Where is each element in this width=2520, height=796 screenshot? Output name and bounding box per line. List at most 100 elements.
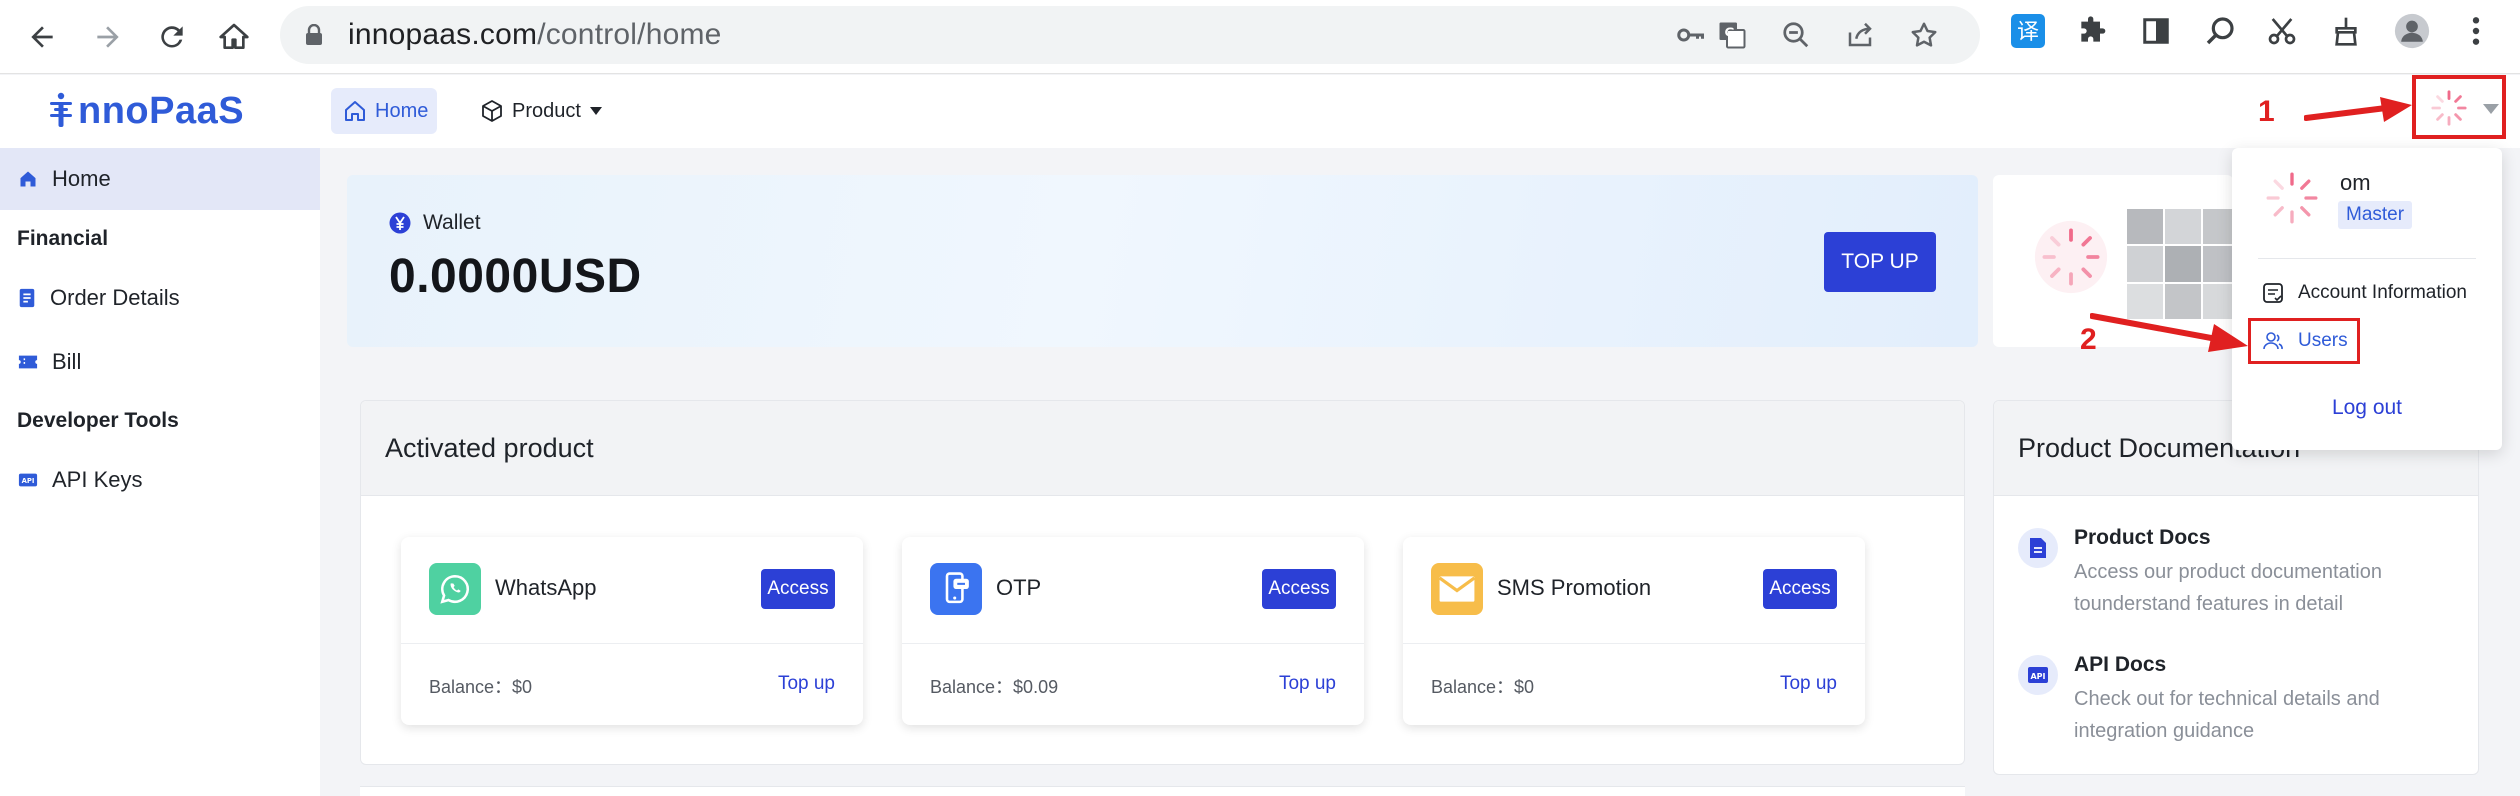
api-doc-icon: API xyxy=(2018,655,2058,695)
sidebar-item-order-details[interactable]: Order Details xyxy=(0,267,320,329)
panel-title: Activated product xyxy=(385,433,594,463)
menu-item-account-information[interactable]: Account Information xyxy=(2262,282,2467,304)
wallet-label: Wallet xyxy=(423,211,481,234)
pixelated-qr-placeholder xyxy=(2127,209,2233,319)
search-lens-icon[interactable] xyxy=(2202,13,2238,49)
doc-title: Product Docs xyxy=(2074,526,2211,549)
sidebar-item-bill[interactable]: Bill xyxy=(0,331,320,393)
back-button[interactable] xyxy=(14,9,70,65)
extensions-puzzle-icon[interactable] xyxy=(2074,13,2110,49)
sidebar: Home Financial Order Details Bill Develo… xyxy=(0,148,320,796)
access-button[interactable]: Access xyxy=(761,569,835,609)
annotation-step-1: 1 xyxy=(2258,95,2275,128)
activated-product-panel: Activated product WhatsApp Access Balanc… xyxy=(360,400,1965,765)
divider xyxy=(902,643,1364,644)
sidebar-item-api-keys[interactable]: API API Keys xyxy=(0,449,320,511)
app-header: nnoPaaS Home Product xyxy=(0,75,2520,148)
wallet-label-row: Wallet xyxy=(389,211,481,235)
panel-header: Activated product xyxy=(361,401,1964,496)
doc-description: Access our product documentation tounder… xyxy=(2074,561,2382,615)
avatar-spinner-icon xyxy=(2431,90,2467,126)
translator-extension-icon[interactable]: 译 xyxy=(2010,13,2046,49)
product-card-whatsapp: WhatsApp Access Balance：$0 Top up xyxy=(401,537,863,725)
more-menu-icon[interactable] xyxy=(2458,13,2494,49)
product-card-sms-promotion: SMS Promotion Access Balance：$0 Top up xyxy=(1403,537,1865,725)
lock-icon[interactable] xyxy=(304,24,324,46)
sidebar-group-developer-tools: Developer Tools xyxy=(17,409,179,432)
sidebar-item-label: Order Details xyxy=(50,285,180,310)
yen-coin-icon xyxy=(389,212,411,234)
api-icon: API xyxy=(18,473,38,487)
share-icon[interactable] xyxy=(1844,19,1876,51)
svg-text:译: 译 xyxy=(2017,20,2039,45)
annotation-arrow-1-icon xyxy=(2304,97,2412,122)
sidepanel-icon[interactable] xyxy=(2138,13,2174,49)
address-bar[interactable]: innopaas.com/control/home G xyxy=(280,6,1980,64)
access-button[interactable]: Access xyxy=(1763,569,1837,609)
top-up-button[interactable]: TOP UP xyxy=(1824,232,1936,292)
annotation-highlight-box xyxy=(2248,318,2360,364)
avatar-caret-icon xyxy=(2483,104,2499,114)
envelope-icon xyxy=(1431,563,1483,615)
product-name: SMS Promotion xyxy=(1497,575,1652,600)
user-dropdown-menu: om Master Account Information Users Log … xyxy=(2232,148,2502,450)
product-balance: Balance：$0.09 xyxy=(930,677,1059,697)
broom-icon[interactable] xyxy=(2328,13,2364,49)
sidebar-item-home[interactable]: Home xyxy=(0,148,320,210)
browser-toolbar: innopaas.com/control/home G 译 xyxy=(0,0,2520,74)
user-spinner-icon xyxy=(2266,172,2318,224)
user-role-badge: Master xyxy=(2338,201,2413,229)
doc-title: API Docs xyxy=(2074,653,2167,676)
divider xyxy=(401,643,863,644)
svg-text:API: API xyxy=(2030,672,2045,681)
divider xyxy=(2258,258,2476,259)
nav-home-label: Home xyxy=(375,99,429,122)
user-avatar-menu[interactable] xyxy=(2412,75,2506,139)
log-out-button[interactable]: Log out xyxy=(2232,396,2502,420)
top-up-link[interactable]: Top up xyxy=(1279,673,1336,695)
svg-text:API: API xyxy=(22,477,35,485)
caret-down-icon xyxy=(589,107,602,115)
product-balance: Balance：$0 xyxy=(1431,677,1535,697)
profile-avatar-icon[interactable] xyxy=(2394,13,2430,49)
access-button[interactable]: Access xyxy=(1262,569,1336,609)
sidebar-group-financial: Financial xyxy=(17,227,109,250)
wallet-banner: Wallet 0.0000USD TOP UP xyxy=(347,175,1978,347)
bookmark-star-icon[interactable] xyxy=(1908,19,1940,51)
innopaas-logo[interactable]: nnoPaaS xyxy=(46,85,244,137)
annotation-arrow-2-icon xyxy=(2090,313,2248,352)
product-name: OTP xyxy=(996,575,1042,600)
top-up-link[interactable]: Top up xyxy=(1780,673,1837,695)
scissors-icon[interactable] xyxy=(2264,13,2300,49)
doc-description: Check out for technical details and inte… xyxy=(2074,688,2380,742)
nav-home[interactable]: Home xyxy=(331,88,437,134)
key-icon[interactable] xyxy=(1674,19,1706,51)
account-info-icon xyxy=(2263,283,2283,303)
otp-phone-icon xyxy=(930,563,982,615)
forward-button[interactable] xyxy=(80,9,136,65)
cube-icon xyxy=(482,100,502,122)
sidebar-item-label: Bill xyxy=(52,349,82,374)
doc-file-icon xyxy=(2018,528,2058,568)
nav-product-label: Product xyxy=(512,99,581,122)
home-button[interactable] xyxy=(206,9,262,65)
svg-text:G: G xyxy=(1725,24,1735,39)
whatsapp-icon xyxy=(429,563,481,615)
logo-text: nnoPaaS xyxy=(78,89,245,132)
wallet-amount: 0.0000USD xyxy=(389,250,642,303)
profile-spinner-icon xyxy=(2034,220,2108,294)
translate-icon[interactable]: G xyxy=(1716,19,1748,51)
ticket-icon xyxy=(18,355,38,369)
next-panel-edge xyxy=(360,786,1965,796)
sidebar-item-label: Home xyxy=(52,166,111,191)
nav-product-dropdown[interactable]: Product xyxy=(480,88,603,134)
url-text: innopaas.com/control/home xyxy=(348,18,722,51)
top-up-link[interactable]: Top up xyxy=(778,673,835,695)
product-name: WhatsApp xyxy=(495,575,597,600)
reload-button[interactable] xyxy=(144,9,200,65)
product-documentation-panel: Product Documentation Product Docs Acces… xyxy=(1993,400,2479,775)
product-card-otp: OTP Access Balance：$0.09 Top up xyxy=(902,537,1364,725)
document-icon xyxy=(19,288,35,308)
zoom-out-icon[interactable] xyxy=(1780,19,1812,51)
divider xyxy=(1403,643,1865,644)
